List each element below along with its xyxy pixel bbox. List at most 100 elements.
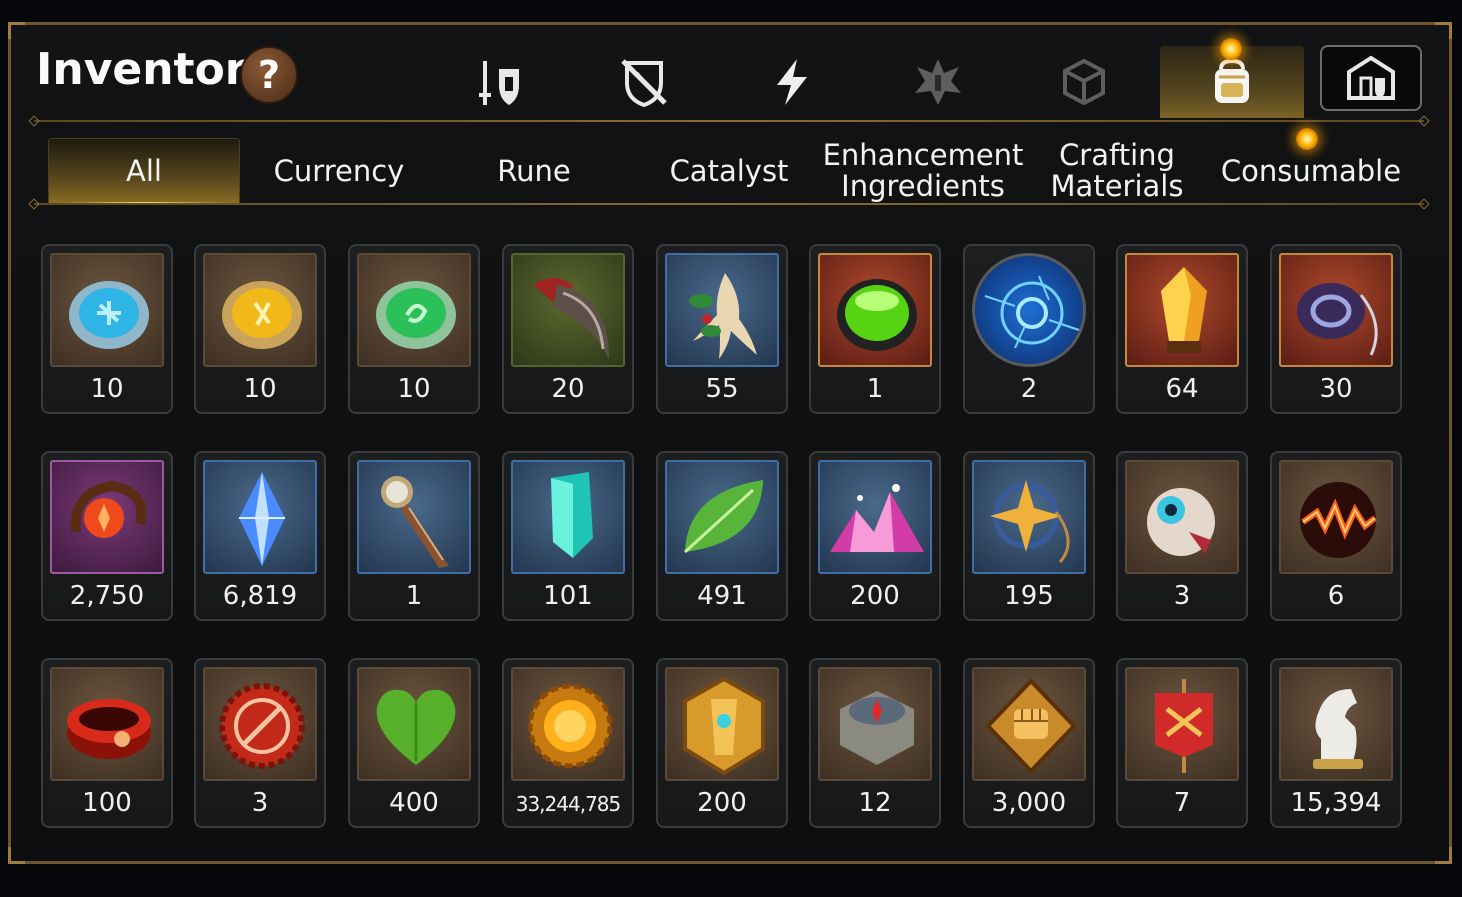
item-slot[interactable]: 20 bbox=[502, 244, 634, 414]
tab-label-line: Enhancement bbox=[822, 138, 1024, 172]
item-slot[interactable]: 100 bbox=[41, 658, 173, 828]
tab-boost[interactable] bbox=[724, 46, 860, 118]
hexagon-gold-badge-icon bbox=[683, 676, 765, 776]
item-slot[interactable]: 491 bbox=[656, 451, 788, 621]
item-slot[interactable]: 3 bbox=[1116, 451, 1248, 621]
tab-label: Rune bbox=[497, 153, 571, 188]
item-quantity: 400 bbox=[389, 788, 439, 818]
item-art bbox=[665, 667, 779, 781]
item-art bbox=[357, 667, 471, 781]
tab-enhancement-ingredients[interactable]: Enhancement Ingredients bbox=[823, 138, 1024, 204]
item-slot[interactable]: 64 bbox=[1116, 244, 1248, 414]
green-orb-icon bbox=[837, 279, 917, 351]
star-amulet-icon bbox=[990, 480, 1070, 564]
amber-crystal-icon bbox=[1161, 267, 1207, 353]
item-art bbox=[665, 253, 779, 367]
item-quantity: 1 bbox=[405, 581, 423, 611]
stone-compass-icon bbox=[840, 691, 914, 765]
tab-label-line: Ingredients bbox=[841, 169, 1005, 203]
item-slot[interactable]: 12 bbox=[809, 658, 941, 828]
item-quantity: 1 bbox=[866, 374, 884, 404]
item-slot[interactable]: 101 bbox=[502, 451, 634, 621]
item-slot[interactable]: 2,750 bbox=[41, 451, 173, 621]
item-slot[interactable]: 10 bbox=[194, 244, 326, 414]
item-quantity: 3 bbox=[251, 788, 269, 818]
tab-label-line: Crafting bbox=[1059, 138, 1175, 172]
item-slot[interactable]: 15,394 bbox=[1270, 658, 1402, 828]
item-art bbox=[511, 667, 625, 781]
item-art bbox=[1125, 667, 1239, 781]
tab-consumable[interactable]: Consumable bbox=[1214, 138, 1408, 204]
green-leaf-icon bbox=[683, 480, 763, 554]
panel-corner bbox=[1435, 847, 1452, 864]
item-slot[interactable]: 2 bbox=[963, 244, 1095, 414]
item-quantity: 12 bbox=[858, 788, 892, 818]
item-slot[interactable]: 6,819 bbox=[194, 451, 326, 621]
tab-crates[interactable] bbox=[1016, 46, 1152, 118]
help-button[interactable]: ? bbox=[240, 46, 298, 104]
tab-crafting-materials[interactable]: Crafting Materials bbox=[1020, 138, 1214, 204]
item-quantity: 55 bbox=[705, 374, 739, 404]
item-art bbox=[50, 253, 164, 367]
item-slot[interactable]: 33,244,785 bbox=[502, 658, 634, 828]
item-quantity: 33,244,785 bbox=[515, 792, 622, 816]
item-quantity: 7 bbox=[1173, 788, 1191, 818]
blue-crystal-icon bbox=[239, 472, 285, 566]
item-art bbox=[972, 667, 1086, 781]
guild-button[interactable] bbox=[1320, 45, 1422, 111]
item-slot[interactable]: 10 bbox=[41, 244, 173, 414]
item-art bbox=[511, 253, 625, 367]
tab-label: Currency bbox=[273, 153, 405, 188]
item-slot[interactable]: 7 bbox=[1116, 658, 1248, 828]
green-heart-icon bbox=[376, 689, 456, 765]
item-slot[interactable]: 6 bbox=[1270, 451, 1402, 621]
tab-unequip[interactable] bbox=[576, 46, 712, 118]
item-quantity: 200 bbox=[697, 788, 747, 818]
tab-label: All bbox=[126, 153, 162, 188]
tab-catalyst[interactable]: Catalyst bbox=[632, 138, 826, 204]
item-slot[interactable]: 30 bbox=[1270, 244, 1402, 414]
item-quantity: 200 bbox=[850, 581, 900, 611]
tab-label: Catalyst bbox=[669, 153, 789, 188]
item-art bbox=[203, 460, 317, 574]
green-rune-stone-icon bbox=[376, 281, 456, 349]
item-slot[interactable]: 200 bbox=[809, 451, 941, 621]
tab-rune[interactable]: Rune bbox=[436, 138, 632, 204]
yellow-rune-stone-icon bbox=[222, 281, 302, 349]
item-quantity: 491 bbox=[697, 581, 747, 611]
item-art bbox=[511, 460, 625, 574]
page-title: Inventory bbox=[36, 44, 276, 95]
item-art bbox=[818, 253, 932, 367]
item-slot[interactable]: 1 bbox=[809, 244, 941, 414]
item-slot[interactable]: 400 bbox=[348, 658, 480, 828]
orange-flower-ring-icon bbox=[70, 480, 147, 538]
sword-shield-icon bbox=[479, 61, 519, 105]
ginseng-root-icon bbox=[689, 273, 757, 359]
item-quantity: 30 bbox=[1319, 374, 1353, 404]
chess-knight-icon bbox=[1313, 689, 1363, 769]
item-art bbox=[1125, 253, 1239, 367]
item-slot[interactable]: 200 bbox=[656, 658, 788, 828]
tab-equipment[interactable] bbox=[430, 46, 566, 118]
item-quantity: 64 bbox=[1165, 374, 1199, 404]
panel-corner bbox=[8, 22, 25, 39]
item-art bbox=[1279, 667, 1393, 781]
item-slot[interactable]: 3,000 bbox=[963, 658, 1095, 828]
item-art bbox=[203, 253, 317, 367]
item-slot[interactable]: 195 bbox=[963, 451, 1095, 621]
item-quantity: 10 bbox=[90, 374, 124, 404]
item-art bbox=[818, 667, 932, 781]
item-slot[interactable]: 3 bbox=[194, 658, 326, 828]
item-slot[interactable]: 10 bbox=[348, 244, 480, 414]
tab-skill[interactable] bbox=[870, 46, 1006, 118]
tab-currency[interactable]: Currency bbox=[242, 138, 436, 204]
gold-sun-coin-icon bbox=[527, 683, 613, 769]
item-slot[interactable]: 55 bbox=[656, 244, 788, 414]
item-art bbox=[665, 460, 779, 574]
item-quantity: 2 bbox=[1020, 374, 1038, 404]
tab-all[interactable]: All bbox=[48, 138, 240, 205]
item-art bbox=[203, 667, 317, 781]
item-art bbox=[357, 460, 471, 574]
item-slot[interactable]: 1 bbox=[348, 451, 480, 621]
castle-gate-icon bbox=[1347, 55, 1395, 100]
